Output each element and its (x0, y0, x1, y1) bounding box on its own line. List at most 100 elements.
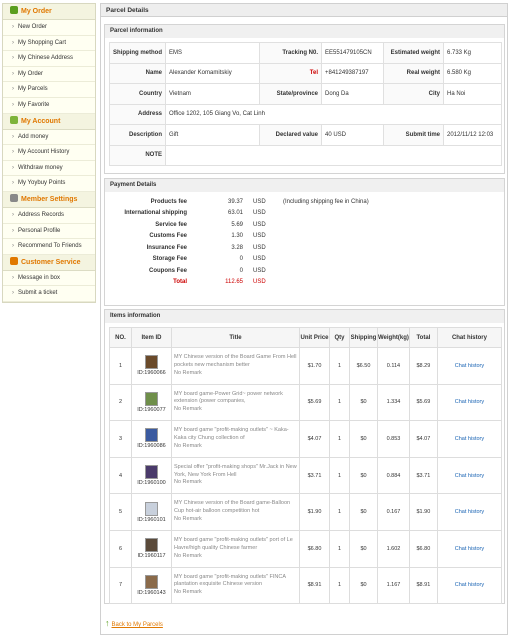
sidebar-item-my-favorite[interactable]: My Favorite (3, 98, 95, 114)
sidebar-section-title: My Account (21, 117, 61, 125)
sidebar-item-submit-a-ticket[interactable]: Submit a ticket (3, 286, 95, 302)
item-remark: No Remark (174, 516, 202, 523)
item-remark: No Remark (174, 369, 202, 376)
payment-row: Customs Fee 1.30 USD (109, 231, 371, 243)
item-no: 7 (109, 566, 132, 605)
payment-note (281, 208, 371, 220)
state-label: State/province (259, 83, 322, 105)
item-id: ID:1960066 (137, 370, 166, 377)
payment-value: 39.37 (227, 198, 243, 205)
item-title[interactable]: MY Chinese version of the Board game-Bal… (174, 500, 297, 516)
item-chat-cell: Chat history (436, 456, 503, 495)
item-thumbnail[interactable] (145, 355, 158, 370)
item-unit-price: $1.90 (299, 493, 330, 531)
item-weight: 1.167 (377, 566, 410, 605)
item-title-cell: MY Chinese version of the Board game-Bal… (171, 493, 300, 531)
payment-note: (Including shipping fee in China) (283, 198, 369, 205)
item-total: $3.71 (408, 456, 438, 495)
submit-time-value: 2012/11/12 12:03 (443, 124, 502, 146)
sidebar-item-address-records[interactable]: Address Records (3, 208, 95, 224)
sidebar-item-add-money[interactable]: Add money (3, 130, 95, 146)
item-total: $1.90 (408, 493, 438, 531)
item-title[interactable]: MY board game-Power Grid~ power network … (174, 391, 297, 407)
item-title[interactable]: Special offer "profit-making shops" Mr.J… (174, 464, 297, 480)
sidebar-item-my-shopping-cart[interactable]: My Shopping Cart (3, 36, 95, 52)
items-panel: Items information NO. Item ID Title Unit Pr… (104, 309, 505, 605)
sidebar-section-1: My Account (3, 113, 95, 130)
item-qty: 1 (329, 493, 350, 531)
payment-label: Insurance Fee (146, 244, 187, 251)
item-id: ID:1960143 (137, 589, 166, 596)
item-title[interactable]: MY board game "profit-making outlets" po… (174, 537, 297, 553)
city-label: City (383, 83, 444, 105)
item-no: 4 (109, 456, 132, 495)
sidebar-item-my-chinese-address[interactable]: My Chinese Address (3, 51, 95, 67)
payment-label: Customs Fee (149, 233, 187, 240)
tel-value: +841249387197 (321, 62, 384, 84)
items-header-cell: Item ID (131, 327, 172, 348)
payment-label: Coupons Fee (148, 267, 187, 274)
payment-note (281, 219, 371, 231)
item-title[interactable]: MY board game "profit-making outlets" ~ … (174, 427, 297, 443)
item-thumbnail[interactable] (145, 391, 158, 406)
chat-history-link[interactable]: Chat history (455, 582, 484, 588)
chat-history-link[interactable]: Chat history (455, 363, 484, 369)
sidebar-section-title: My Order (21, 8, 52, 15)
sidebar-item-my-account-history[interactable]: My Account History (3, 145, 95, 161)
back-to-parcels-link[interactable]: ↑ Back to My Parcels (105, 618, 163, 628)
item-thumbnail[interactable] (145, 501, 158, 516)
item-unit-price: $1.70 (299, 347, 330, 385)
item-id: ID:1960101 (137, 516, 166, 523)
item-title[interactable]: MY board game "profit-making outlets" FI… (174, 574, 297, 590)
item-total: $6.80 (408, 529, 438, 568)
item-shipping: $6.50 (349, 347, 378, 385)
item-chat-cell: Chat history (436, 493, 503, 531)
address-value: Office 1202, 105 Giang Vo, Cat Linh (165, 103, 502, 125)
payment-unit: USD (253, 233, 266, 240)
submit-time-label: Submit time (383, 124, 444, 146)
item-shipping: $0 (349, 420, 378, 458)
table-row: 3 ID:1960086 MY board game "profit-making … (109, 420, 503, 458)
est-weight-label: Estimated weight (383, 42, 444, 64)
sidebar-item-new-order[interactable]: New Order (3, 20, 95, 36)
payment-note (281, 231, 371, 243)
chat-history-link[interactable]: Chat history (455, 546, 484, 552)
item-thumbnail[interactable] (145, 574, 158, 589)
chat-history-link[interactable]: Chat history (455, 509, 484, 515)
payment-value: 5.69 (231, 221, 243, 228)
chat-history-link[interactable]: Chat history (455, 473, 484, 479)
sidebar-section-title: Member Settings (21, 195, 78, 203)
sidebar-item-withdraw-money[interactable]: Withdraw money (3, 161, 95, 177)
sidebar-item-my-yoybuy-points[interactable]: My Yoybuy Points (3, 176, 95, 192)
item-no: 2 (109, 383, 132, 422)
gear-icon (10, 193, 18, 202)
items-title: Items information (105, 310, 504, 323)
items-header-cell: NO. (109, 327, 132, 348)
item-shipping: $0 (349, 383, 378, 422)
country-label: Country (109, 83, 166, 105)
page-title: Parcel Details (101, 4, 507, 17)
payment-unit: USD (253, 279, 266, 286)
note-value (165, 144, 502, 166)
item-id: ID:1960077 (137, 406, 166, 413)
sidebar-item-my-parcels[interactable]: My Parcels (3, 82, 95, 98)
item-weight: 0.114 (377, 347, 410, 385)
payment-label: Storage Fee (152, 256, 187, 263)
main-panel: Parcel Details Parcel information Shippi… (100, 3, 508, 635)
item-unit-price: $4.07 (299, 420, 330, 458)
item-unit-price: $5.69 (299, 383, 330, 422)
back-link-label: Back to My Parcels (111, 622, 163, 628)
item-thumbnail[interactable] (145, 428, 158, 443)
sidebar-item-recommend-to-friends[interactable]: Recommend To Friends (3, 239, 95, 255)
sidebar-item-my-order[interactable]: My Order (3, 67, 95, 83)
chat-history-link[interactable]: Chat history (455, 436, 484, 442)
item-title[interactable]: MY Chinese version of the Board Game Fro… (174, 354, 297, 370)
item-thumbnail[interactable] (145, 465, 158, 480)
item-id-cell: ID:1960117 (131, 529, 172, 568)
item-thumbnail[interactable] (145, 538, 158, 553)
items-header-cell: Title (171, 327, 300, 348)
sidebar-item-personal-profile[interactable]: Personal Profile (3, 224, 95, 240)
sidebar-item-message-in-box[interactable]: Message in box (3, 271, 95, 287)
shipping-method-label: Shipping method (109, 42, 166, 64)
chat-history-link[interactable]: Chat history (455, 399, 484, 405)
